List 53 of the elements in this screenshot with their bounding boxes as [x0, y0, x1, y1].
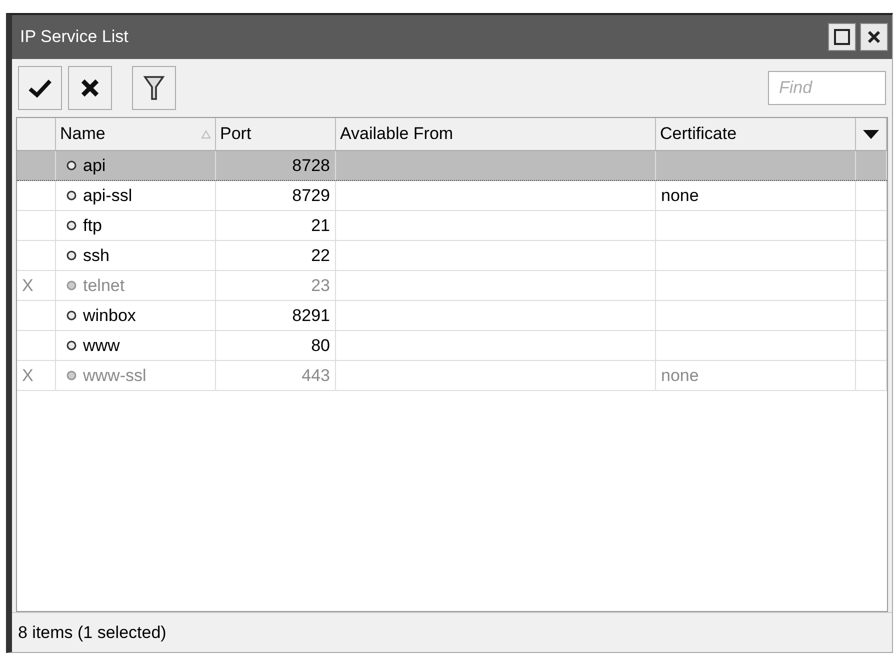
close-icon	[866, 29, 882, 45]
status-dot-icon	[66, 370, 77, 381]
close-button[interactable]	[860, 23, 888, 51]
flag-label: X	[22, 366, 34, 386]
table-cell: 80	[311, 336, 330, 356]
table-cell: ssh	[83, 246, 110, 266]
find-field[interactable]: Find	[768, 71, 886, 105]
table-cell: www	[83, 336, 120, 356]
status-dot-icon	[66, 250, 77, 261]
checkmark-icon	[28, 78, 52, 98]
status-dot-icon	[66, 310, 77, 321]
table-cell: telnet	[83, 276, 125, 296]
table-cell: 8728	[292, 156, 330, 176]
table-row[interactable]: ssh 22	[17, 241, 887, 271]
filter-button[interactable]	[132, 66, 176, 110]
table-cell: winbox	[83, 306, 136, 326]
sort-icon	[201, 130, 211, 138]
status-dot-icon	[66, 160, 77, 171]
table-row[interactable]: www 80	[17, 331, 887, 361]
filter-icon	[143, 75, 165, 101]
flag-label: X	[22, 276, 34, 296]
table-cell: 23	[311, 276, 330, 296]
status-dot-icon	[66, 280, 77, 291]
table-cell: 21	[311, 216, 330, 236]
table-cell: 8291	[292, 306, 330, 326]
table-row[interactable]: api-ssl 8729 none	[17, 181, 887, 211]
table-cell: 443	[302, 366, 330, 386]
table-cell: 8729	[292, 186, 330, 206]
column-header[interactable]: Certificate	[656, 118, 856, 150]
column-header[interactable]: Port	[216, 118, 336, 150]
column-header[interactable]: Name	[56, 118, 216, 150]
table-cell: ftp	[83, 216, 102, 236]
table-cell: api-ssl	[83, 186, 132, 206]
table-row[interactable]: winbox 8291	[17, 301, 887, 331]
table-cell: www-ssl	[83, 366, 146, 386]
window-title: IP Service List	[20, 27, 130, 47]
table-row[interactable]: ftp 21	[17, 211, 887, 241]
dropdown-icon[interactable]	[863, 130, 879, 138]
table-row[interactable]: api 8728	[17, 151, 887, 181]
table-cell: 22	[311, 246, 330, 266]
table-cell: none	[661, 366, 699, 386]
table-cell: none	[661, 186, 699, 206]
cross-icon	[80, 78, 100, 98]
status-dot-icon	[66, 190, 77, 201]
maximize-icon	[833, 28, 851, 46]
maximize-button[interactable]	[828, 23, 856, 51]
status-dot-icon	[66, 220, 77, 231]
column-header[interactable]: Available From	[336, 118, 656, 150]
disable-button[interactable]	[68, 66, 112, 110]
status-dot-icon	[66, 340, 77, 351]
table-cell: api	[83, 156, 106, 176]
enable-button[interactable]	[18, 66, 62, 110]
status-text: 8 items (1 selected)	[18, 622, 166, 642]
